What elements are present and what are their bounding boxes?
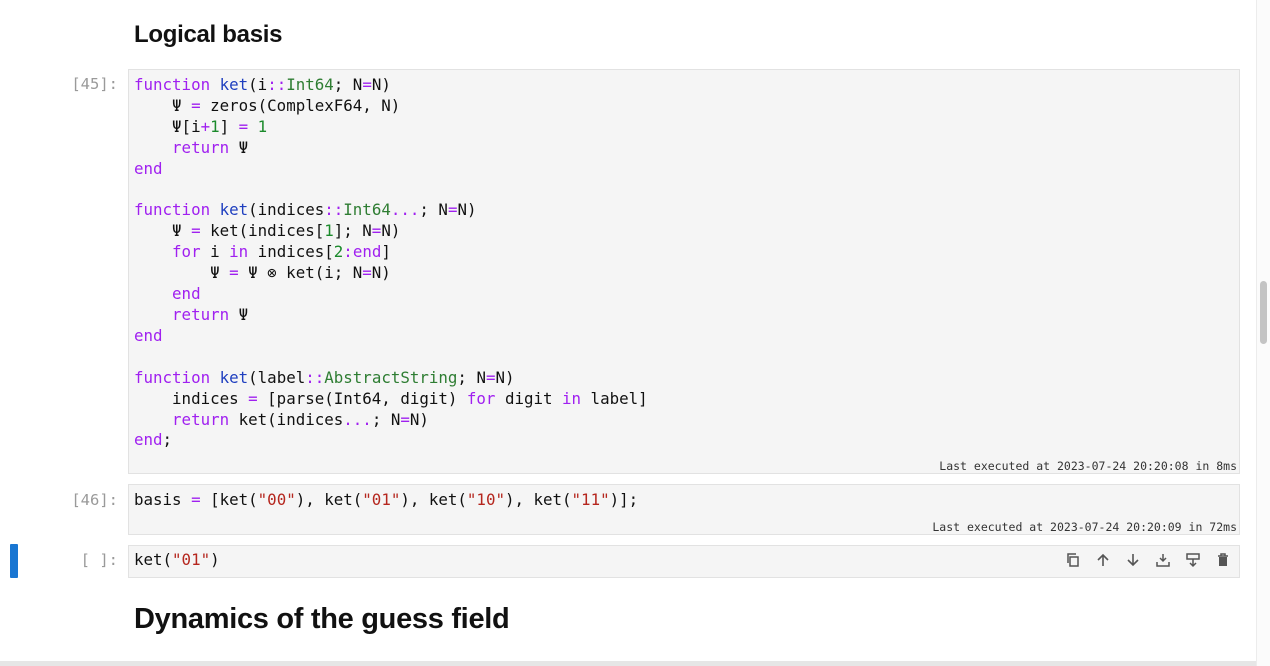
move-up-icon[interactable]: [1090, 549, 1116, 571]
cell-prompt: [ ]:: [80, 551, 118, 569]
heading-dynamics: Dynamics of the guess field: [134, 603, 510, 635]
cell-prompt: [46]:: [71, 491, 118, 509]
code-cell-46[interactable]: basis = [ket("00"), ket("01"), ket("10")…: [128, 484, 1240, 535]
divider: [0, 661, 1256, 666]
heading-logical-basis: Logical basis: [134, 21, 283, 48]
exec-info: Last executed at 2023-07-24 20:20:08 in …: [939, 459, 1237, 473]
delete-icon[interactable]: [1210, 549, 1236, 571]
code-cell-45[interactable]: function ket(i::Int64; N=N) Ψ = zeros(Co…: [128, 69, 1240, 474]
split-cell-icon[interactable]: [1180, 549, 1206, 571]
scrollbar-thumb[interactable]: [1260, 281, 1267, 344]
move-down-icon[interactable]: [1120, 549, 1146, 571]
cell-toolbar: [1060, 549, 1236, 571]
copy-icon[interactable]: [1060, 549, 1086, 571]
insert-below-icon[interactable]: [1150, 549, 1176, 571]
cell-prompt: [45]:: [71, 75, 118, 93]
code-editor[interactable]: function ket(i::Int64; N=N) Ψ = zeros(Co…: [129, 70, 1239, 451]
exec-info: Last executed at 2023-07-24 20:20:09 in …: [932, 520, 1237, 534]
code-editor[interactable]: basis = [ket("00"), ket("01"), ket("10")…: [129, 485, 1239, 511]
notebook-area: Logical basis [45]: function ket(i::Int6…: [0, 0, 1256, 666]
